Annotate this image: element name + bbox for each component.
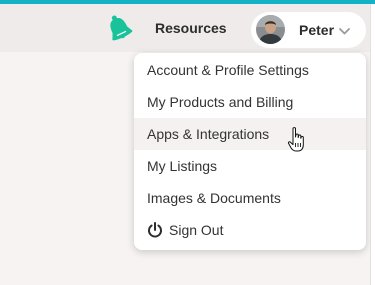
menu-item-images-documents[interactable]: Images & Documents	[134, 182, 366, 214]
menu-item-my-listings[interactable]: My Listings	[134, 150, 366, 182]
sign-out-label: Sign Out	[169, 222, 224, 238]
hand-cursor-icon	[287, 127, 304, 152]
menu-item-sign-out[interactable]: Sign Out	[134, 214, 366, 246]
bell-icon[interactable]	[105, 13, 133, 43]
header-bar: Resources Peter	[0, 4, 370, 52]
user-dropdown-menu: Account & Profile Settings My Products a…	[134, 53, 366, 250]
user-menu-button[interactable]: Peter	[251, 12, 366, 48]
avatar	[256, 15, 285, 44]
chevron-down-icon	[339, 28, 350, 35]
power-icon	[148, 222, 162, 238]
menu-item-apps-integrations[interactable]: Apps & Integrations	[134, 118, 366, 150]
user-name: Peter	[299, 22, 335, 38]
menu-item-my-products-and-billing[interactable]: My Products and Billing	[134, 86, 366, 118]
resources-link[interactable]: Resources	[155, 20, 227, 36]
menu-item-account-profile-settings[interactable]: Account & Profile Settings	[134, 54, 366, 86]
right-edge	[370, 4, 375, 285]
